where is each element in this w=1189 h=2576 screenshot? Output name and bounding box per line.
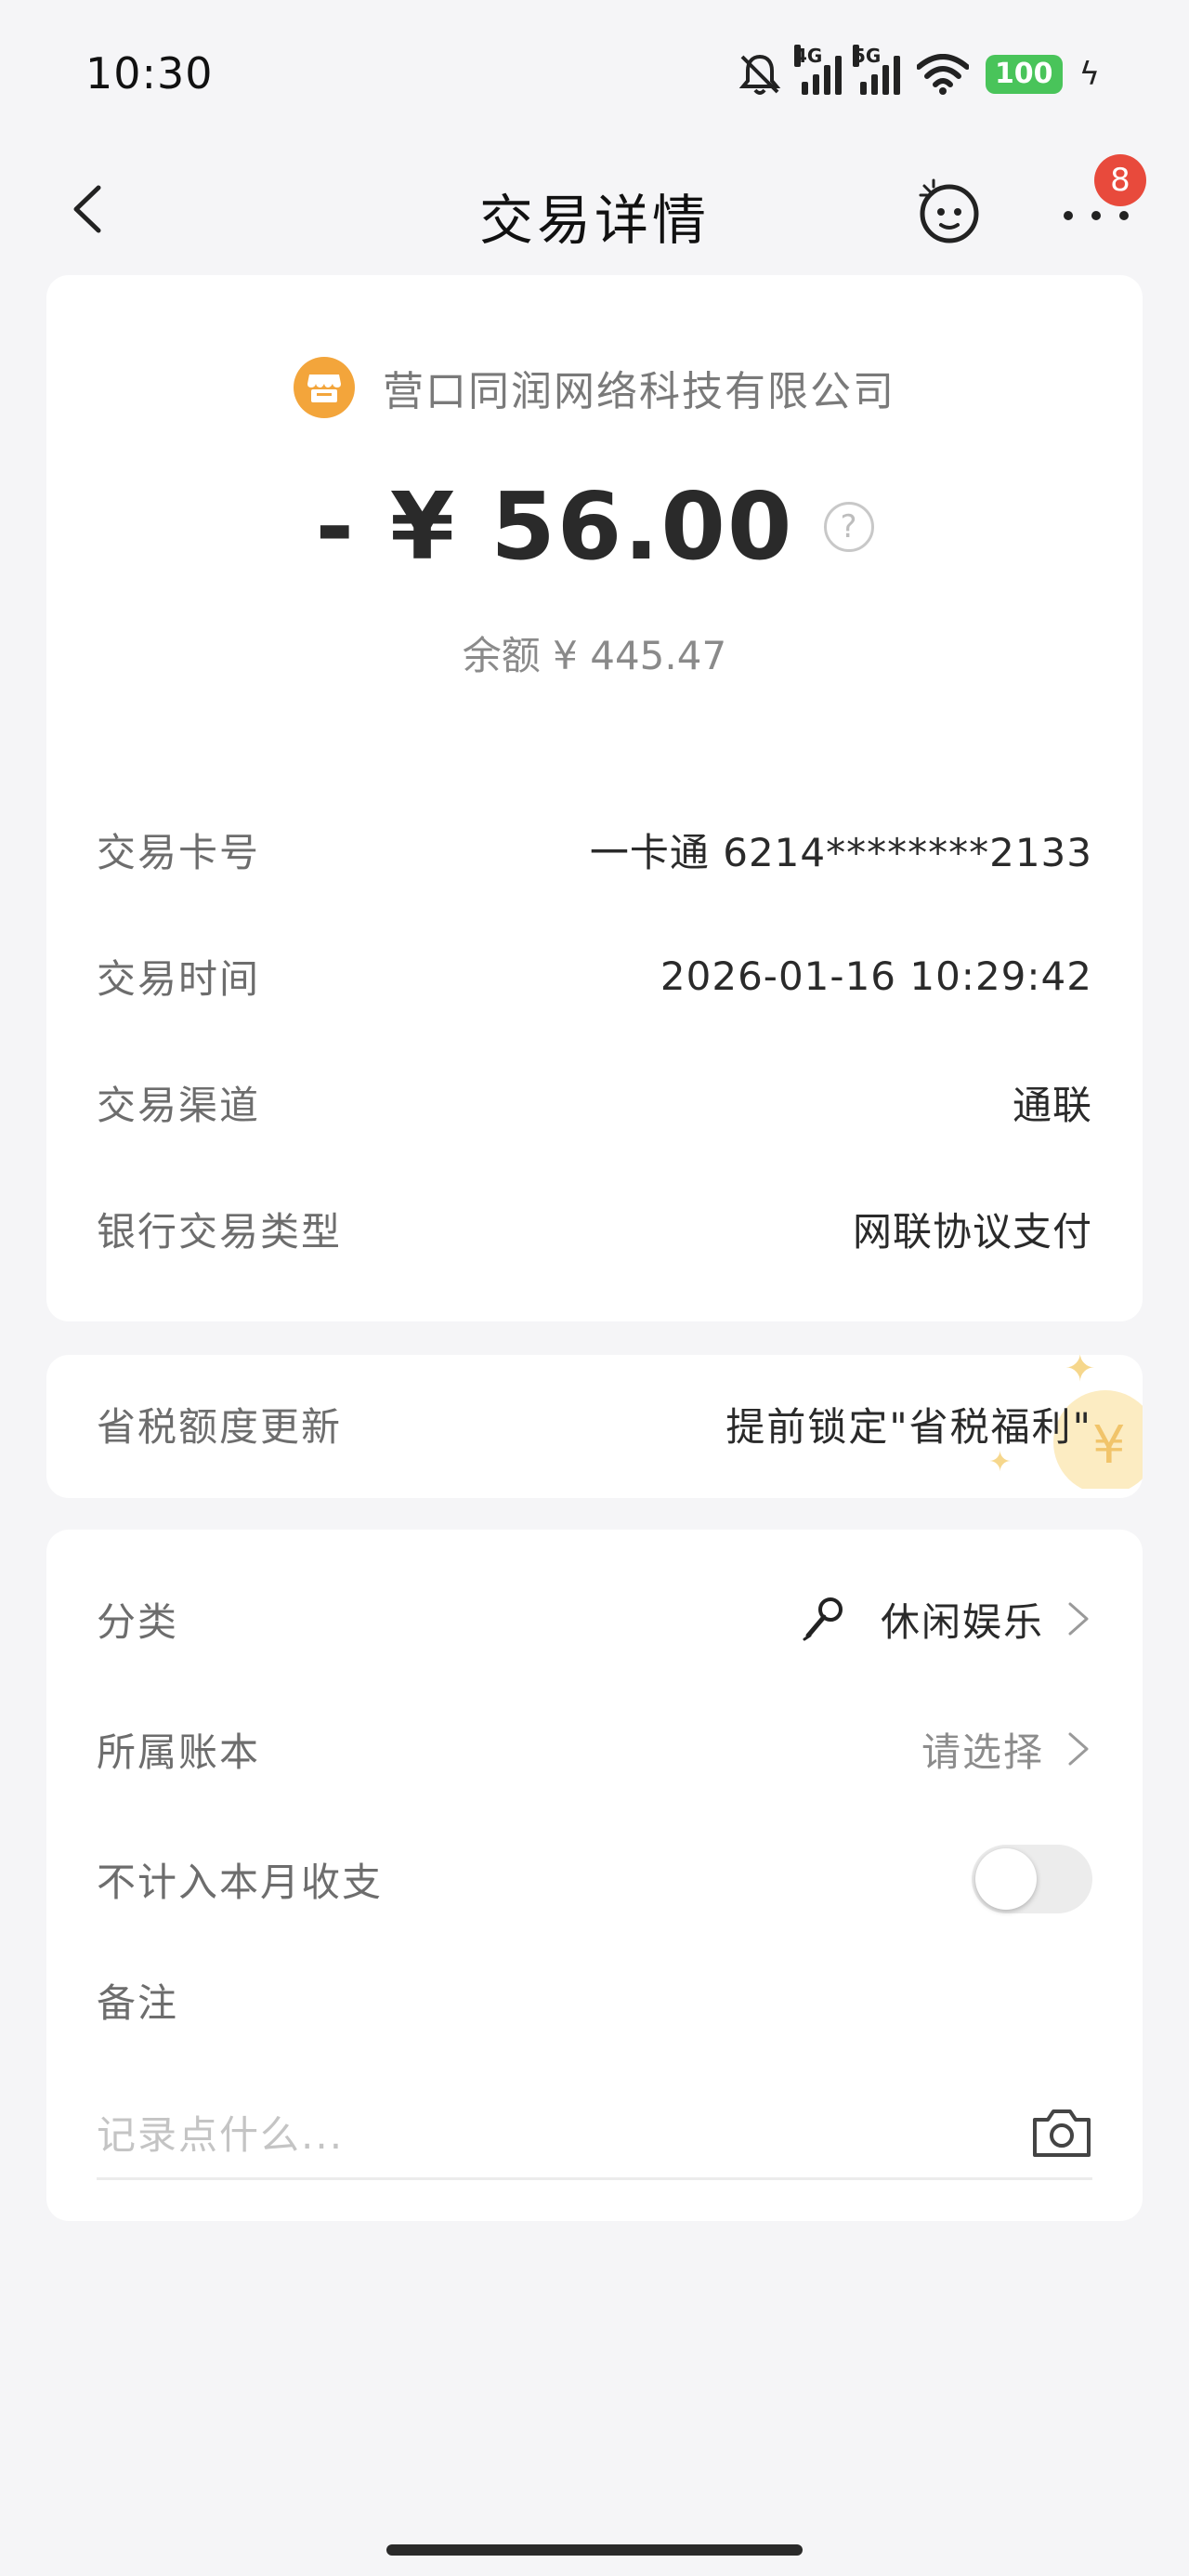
ledger-label: 所属账本 [97, 1728, 261, 1775]
category-picker[interactable]: 休闲娱乐 [799, 1591, 1092, 1648]
tax-value: 提前锁定"省税福利" [725, 1403, 1092, 1450]
detail-row-type: 银行交易类型 网联协议支付 [97, 1191, 1092, 1266]
tax-card[interactable]: ¥ ✦ ✦ 省税额度更新 提前锁定"省税福利" [46, 1355, 1143, 1498]
status-time: 10:30 [85, 48, 214, 99]
microphone-icon [803, 1597, 843, 1641]
more-badge: 8 [1094, 154, 1146, 206]
exclude-label: 不计入本月收支 [97, 1859, 384, 1905]
page-title: 交易详情 [478, 189, 710, 252]
battery-icon: 100 [985, 55, 1063, 94]
signal-5g-icon: 5G [852, 45, 900, 95]
nav-bar: 交易详情 8 [0, 149, 1189, 269]
detail-row-time: 交易时间 2026-01-16 10:29:42 [97, 939, 1092, 1013]
status-bar: 10:30 4G 5G 100 ϟ [0, 0, 1189, 149]
detail-row-card: 交易卡号 一卡通 6214********2133 [97, 812, 1092, 887]
tax-row: 省税额度更新 提前锁定"省税福利" [97, 1387, 1092, 1461]
balance-text: 余额 ¥ 445.47 [462, 633, 727, 678]
note-header-row: 备注 [97, 1963, 1092, 2037]
chevron-right-icon [1068, 1602, 1089, 1636]
detail-value: 2026-01-16 10:29:42 [660, 953, 1092, 999]
wifi-icon [916, 54, 969, 95]
note-placeholder: 记录点什么... [97, 2112, 345, 2158]
mute-icon [738, 54, 781, 95]
merchant-name: 营口同润网络科技有限公司 [383, 368, 895, 415]
note-label: 备注 [97, 1979, 179, 2026]
sparkle-icon: ✦ [1065, 1355, 1096, 1390]
detail-value: 通联 [1012, 1082, 1092, 1128]
detail-label: 交易卡号 [97, 829, 261, 875]
tax-label: 省税额度更新 [97, 1403, 343, 1450]
category-label: 分类 [97, 1598, 179, 1645]
amount-row: - ¥ 56.00 ? [46, 472, 1143, 581]
ledger-picker[interactable]: 请选择 [921, 1721, 1092, 1778]
camera-icon[interactable] [1031, 2107, 1092, 2159]
toggle-knob [975, 1848, 1037, 1910]
home-indicator[interactable] [386, 2544, 803, 2556]
signal-5g-label: 5G [852, 45, 882, 67]
help-icon[interactable]: ? [823, 501, 874, 552]
shop-icon [294, 357, 355, 418]
exclude-row: 不计入本月收支 [97, 1842, 1092, 1916]
customer-service-icon[interactable] [915, 177, 984, 245]
signal-4g-icon: 4G [793, 45, 842, 95]
note-input[interactable]: 记录点什么... [97, 2087, 1092, 2180]
ledger-row[interactable]: 所属账本 请选择 [97, 1712, 1092, 1786]
detail-label: 交易时间 [97, 955, 261, 1002]
svg-text:¥: ¥ [1092, 1415, 1126, 1476]
detail-row-channel: 交易渠道 通联 [97, 1065, 1092, 1139]
charging-icon: ϟ [1078, 56, 1100, 93]
detail-label: 银行交易类型 [97, 1208, 343, 1255]
status-icons: 4G 5G 100 ϟ [737, 45, 1100, 100]
detail-value: 一卡通 6214********2133 [589, 829, 1092, 875]
detail-label: 交易渠道 [97, 1082, 261, 1128]
merchant-row: 营口同润网络科技有限公司 [46, 357, 1143, 418]
transaction-card: 营口同润网络科技有限公司 - ¥ 56.00 ? 余额 ¥ 445.47 交易卡… [46, 275, 1143, 1321]
signal-4g-label: 4G [793, 45, 823, 67]
settings-card: 分类 休闲娱乐 所属账本 请选择 不计入本月收支 备注 记录点什么... [46, 1530, 1143, 2221]
category-row[interactable]: 分类 休闲娱乐 [97, 1582, 1092, 1656]
ledger-value: 请选择 [921, 1728, 1044, 1775]
exclude-toggle[interactable] [972, 1845, 1092, 1913]
detail-value: 网联协议支付 [852, 1208, 1092, 1255]
chevron-right-icon [1068, 1732, 1089, 1766]
category-value: 休闲娱乐 [880, 1598, 1044, 1645]
transaction-amount: - ¥ 56.00 [315, 472, 794, 581]
